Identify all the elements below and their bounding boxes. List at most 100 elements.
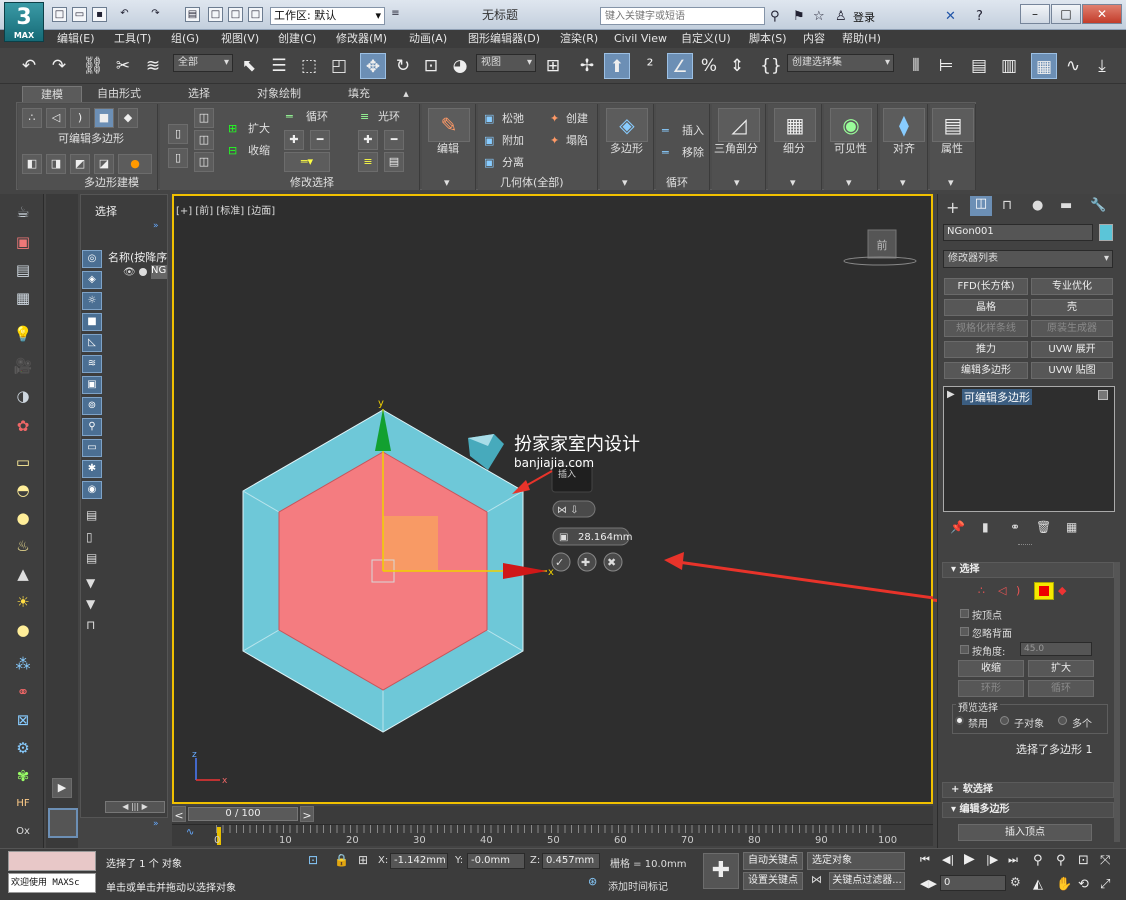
hierarchy-tab-icon[interactable]: ⊓: [1002, 198, 1012, 213]
key-filters-button[interactable]: 关键点过滤器...: [829, 872, 905, 890]
stack-icon-2[interactable]: ▯: [168, 148, 188, 168]
zoom-icon[interactable]: ⚲: [1033, 853, 1043, 868]
tab-populate[interactable]: 填充: [336, 86, 382, 102]
layout-icon-1[interactable]: □: [208, 7, 223, 22]
triangulation-button[interactable]: 三角剖分: [714, 142, 758, 156]
go-to-start-icon[interactable]: ⏮: [920, 853, 930, 867]
expand-arrow-icon[interactable]: ▶: [52, 778, 72, 798]
grid-icon[interactable]: ▦: [12, 288, 34, 308]
angle-snap-icon[interactable]: ∠: [667, 53, 693, 79]
create-button[interactable]: 创建: [566, 112, 588, 126]
pivot-center-icon[interactable]: ⊞: [540, 53, 566, 79]
select-icon-3[interactable]: ◫: [194, 152, 214, 172]
utilities-tab-icon[interactable]: 🔧: [1090, 198, 1106, 213]
set-key-button[interactable]: 设置关键点: [743, 872, 803, 890]
filter-shapes-icon[interactable]: ◈: [82, 271, 102, 289]
ring-shrink-icon[interactable]: ━: [384, 130, 404, 150]
search-input[interactable]: [600, 7, 765, 25]
login-link[interactable]: 登录: [853, 9, 875, 25]
filter-visible-icon[interactable]: ◉: [82, 481, 102, 499]
spinner-snap-icon[interactable]: ⇕: [724, 53, 750, 79]
open-file-icon[interactable]: ▭: [72, 7, 87, 22]
snaps-toggle-icon[interactable]: ²: [637, 53, 663, 79]
modify-selection-label[interactable]: 修改选择: [290, 176, 334, 190]
configure-sets-icon[interactable]: ▦: [1066, 520, 1077, 534]
absolute-mode-icon[interactable]: ⊞: [358, 853, 368, 867]
maxscript-mini-listener[interactable]: 欢迎使用 MAXSc: [8, 873, 96, 893]
film-icon[interactable]: ✿: [12, 416, 34, 436]
selection-lock-icon[interactable]: 🔒: [334, 853, 349, 867]
edge-mode-icon[interactable]: ◁: [998, 584, 1006, 597]
select-move-icon[interactable]: ✥: [360, 53, 386, 79]
polygons-icon[interactable]: ◈: [606, 108, 648, 142]
select-by-name-icon[interactable]: ☰: [266, 53, 292, 79]
gear-icon[interactable]: ⚙: [12, 738, 34, 758]
visibility-expand-icon[interactable]: ▾: [846, 176, 852, 190]
user-icon[interactable]: ♙: [835, 9, 847, 24]
triangulation-icon[interactable]: ◿: [718, 108, 760, 142]
modifier-pro-optimizer-button[interactable]: 专业优化: [1031, 278, 1113, 295]
display-all-icon[interactable]: ▤: [86, 508, 97, 522]
modifier-push-button[interactable]: 推力: [944, 341, 1028, 358]
filter-cameras-icon[interactable]: ■: [82, 313, 102, 331]
window-crossing-icon[interactable]: ◰: [326, 53, 352, 79]
subscription-icon[interactable]: ⚑: [793, 9, 805, 24]
remove-modifier-icon[interactable]: 🗑: [1036, 520, 1051, 534]
explorer-object-item[interactable]: NG: [151, 265, 167, 279]
layer-explorer-icon[interactable]: ⊓: [86, 618, 95, 632]
loop-shrink-icon[interactable]: ━: [310, 130, 330, 150]
time-config-icon[interactable]: ⚙: [1010, 875, 1021, 889]
visibility-button[interactable]: 可见性: [834, 142, 867, 156]
previous-frame-icon[interactable]: ◀|: [942, 853, 954, 866]
select-rotate-icon[interactable]: ↻: [390, 53, 416, 79]
preserve-uv-icon[interactable]: ◨: [46, 154, 66, 174]
stack-icon[interactable]: ▯: [168, 124, 188, 144]
viewport-thumbnail[interactable]: [48, 808, 78, 838]
show-end-result-icon[interactable]: ▮: [982, 520, 989, 534]
filter-funnel-icon[interactable]: ▼: [86, 576, 95, 590]
polygons-expand-icon[interactable]: ▾: [622, 176, 628, 190]
stack-item-toggle[interactable]: [1098, 390, 1108, 400]
modifier-edit-poly-button[interactable]: 编辑多边形: [944, 362, 1028, 379]
project-folder-icon[interactable]: ▤: [185, 7, 200, 22]
menu-views[interactable]: 视图(V): [221, 31, 259, 47]
field-of-view-icon[interactable]: ◭: [1033, 877, 1043, 892]
angle-spinner[interactable]: 45.0: [1020, 642, 1092, 656]
border-icon[interactable]: ): [70, 108, 90, 128]
z-coordinate-field[interactable]: 0.457mm: [542, 853, 600, 869]
filter-lights-icon[interactable]: ☼: [82, 292, 102, 310]
redo-icon[interactable]: ↷: [46, 53, 72, 79]
menu-edit[interactable]: 编辑(E): [57, 31, 95, 47]
subdivision-expand-icon[interactable]: ▾: [790, 176, 796, 190]
generate-topology-icon[interactable]: ●: [118, 154, 152, 174]
collapse-button[interactable]: 塌陷: [566, 134, 588, 148]
plane-icon[interactable]: ▭: [12, 452, 34, 472]
edit-polygons-rollout[interactable]: ▾ 编辑多边形: [942, 802, 1114, 818]
element-mode-icon[interactable]: ◆: [1058, 584, 1066, 597]
schematic-view-icon[interactable]: ⤓: [1089, 53, 1115, 79]
grow-button[interactable]: 扩大: [1028, 660, 1094, 677]
loop-button[interactable]: 循环: [1028, 680, 1094, 697]
scene-explorer-icon[interactable]: ▥: [996, 53, 1022, 79]
display-tab-icon[interactable]: ▬: [1060, 198, 1072, 213]
shrink-button[interactable]: 收缩: [248, 144, 270, 158]
element-icon[interactable]: ◆: [118, 108, 138, 128]
menu-animation[interactable]: 动画(A): [409, 31, 447, 47]
polygon-icon[interactable]: ■: [94, 108, 114, 128]
edit-icon[interactable]: ✎: [428, 108, 470, 142]
filter-geometry-icon[interactable]: ◎: [82, 250, 102, 268]
tab-modeling[interactable]: 建模: [22, 86, 82, 102]
time-prev-icon[interactable]: <: [172, 806, 186, 822]
tab-freeform[interactable]: 自由形式: [86, 86, 152, 102]
current-frame-field[interactable]: 0: [940, 875, 1006, 891]
menu-customize[interactable]: 自定义(U): [681, 31, 731, 47]
edge-icon[interactable]: ◁: [46, 108, 66, 128]
menu-rendering[interactable]: 渲染(R): [560, 31, 598, 47]
show-end-result-icon[interactable]: ◪: [94, 154, 114, 174]
edit-button[interactable]: 编辑: [437, 142, 459, 156]
align-icon[interactable]: ⊨: [933, 53, 959, 79]
menu-create[interactable]: 创建(C): [278, 31, 316, 47]
rectangular-selection-icon[interactable]: ⬚: [296, 53, 322, 79]
tab-object-paint[interactable]: 对象绘制: [252, 86, 306, 102]
sun-icon[interactable]: ☀: [12, 592, 34, 612]
